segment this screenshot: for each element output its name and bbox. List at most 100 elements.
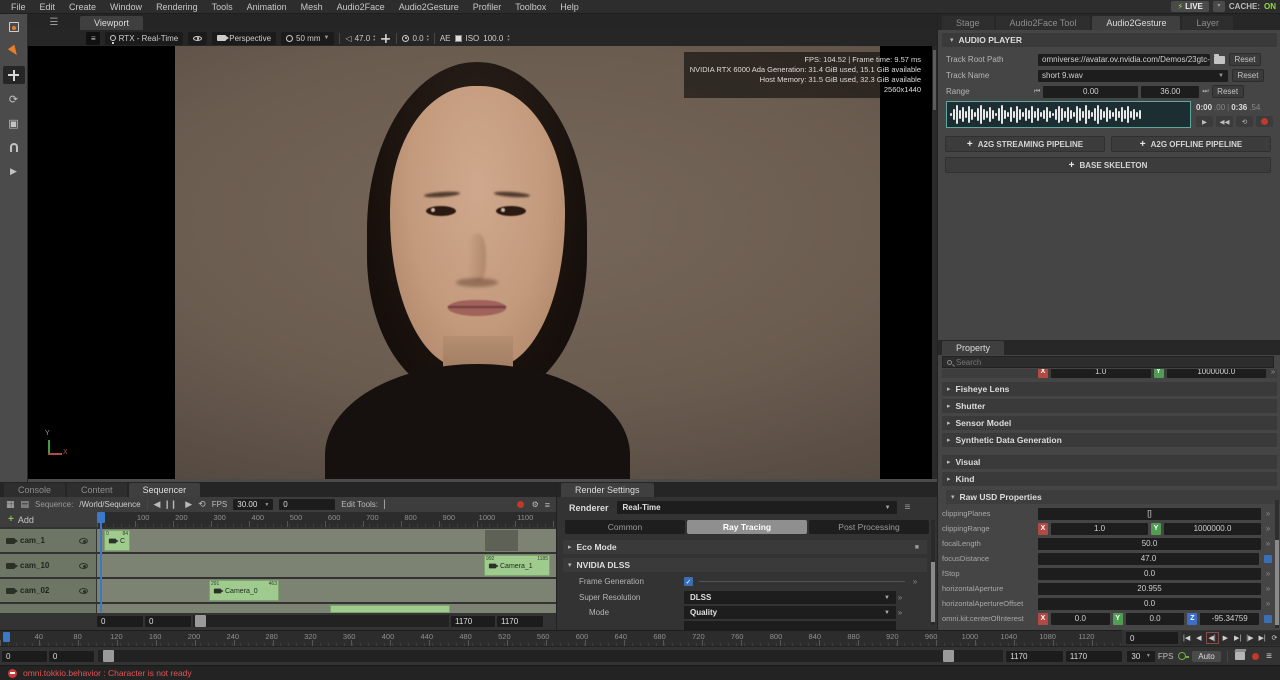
goto-end-button[interactable]: ▶| [1257,632,1268,644]
play-button[interactable]: ▶ [3,162,25,180]
prev-key-button[interactable]: ◀ [1193,632,1204,644]
section-visual[interactable]: ▸Visual [942,455,1277,469]
search-input[interactable] [956,358,1156,367]
super-resolution-select[interactable]: DLSS ▼ [684,591,896,604]
tab-viewport[interactable]: Viewport [80,16,143,30]
reset-track-name-button[interactable]: Reset [1232,69,1264,82]
renderer-selector[interactable]: RTX - Real-Time [105,32,184,45]
timeline-scrollbar[interactable] [98,650,1003,662]
timeline-ruler[interactable]: 4080120160200240280320360400440480520560… [0,630,1122,646]
track-header[interactable]: cam_10 [0,554,96,577]
exposure-value[interactable]: 0.0 [412,34,423,43]
seq-range-current[interactable]: 0 [145,616,191,627]
value-field[interactable]: 47.0 [1038,553,1259,565]
sequence-clip[interactable]: 0C84 [104,530,130,551]
rotate-tool-button[interactable]: ⟳ [3,90,25,108]
fov-value[interactable]: 47.0 [355,34,371,43]
cache-state[interactable]: ON [1264,2,1276,11]
property-scrollbar[interactable] [1275,500,1279,628]
sequencer-playhead[interactable] [100,512,102,612]
menu-mesh[interactable]: Mesh [294,2,330,12]
dlss-mode-select[interactable]: Quality ▼ [684,606,896,619]
menu-file[interactable]: File [4,2,33,12]
section-fisheye-lens[interactable]: ▸Fisheye Lens [942,382,1277,396]
audio-play-button[interactable]: ▶ [1196,116,1213,127]
seq-menu-icon[interactable]: ≡ [545,500,550,510]
raw-usd-properties-header[interactable]: ▾ Raw USD Properties [946,490,1280,504]
reset-track-root-path-button[interactable]: Reset [1229,53,1261,66]
expand-icon[interactable]: » [1269,369,1277,376]
menu-edit[interactable]: Edit [33,2,63,12]
track-lane[interactable]: 291Camera_0463 [97,579,556,602]
tab-layer[interactable]: Layer [1182,16,1233,30]
track-header[interactable]: cam_1 [0,529,96,552]
menu-toolbox[interactable]: Toolbox [508,2,553,12]
render-tab-ray-tracing[interactable]: Ray Tracing [687,520,807,534]
seq-range-end[interactable]: 1170 [451,616,495,627]
seq-record-icon[interactable] [517,501,524,508]
muted-clip[interactable] [485,530,518,551]
edit-tool-icon[interactable]: ▏ [384,500,390,509]
snap-tool-button[interactable] [3,138,25,156]
viewport-settings-button[interactable]: ≡ [86,32,100,45]
track-name-select[interactable]: short 9.wav ▼ [1038,70,1228,82]
frame-generation-checkbox[interactable]: ✓ [684,577,693,586]
scale-tool-button[interactable]: ▣ [3,114,25,132]
menu-create[interactable]: Create [62,2,103,12]
menu-tools[interactable]: Tools [205,2,240,12]
tab-sequencer[interactable]: Sequencer [129,483,201,497]
expand-icon[interactable]: » [896,593,904,602]
section-synthetic-data-generation[interactable]: ▸Synthetic Data Generation [942,433,1277,447]
timeline-range-current[interactable]: 0 [49,651,94,662]
menu-rendering[interactable]: Rendering [149,2,205,12]
track-lane[interactable] [97,604,556,613]
gizmo-button[interactable] [380,33,391,44]
exposure-stepper[interactable]: ▴▾ [427,34,429,42]
timeline-scroll-handle-right[interactable] [943,650,954,662]
timeline-menu-icon[interactable]: ≡ [1266,651,1272,662]
sequence-clip[interactable]: 291Camera_0463 [209,580,279,601]
track-root-path-field[interactable]: omniverse://avatar.ov.nvidia.com/Demos/2… [1038,54,1210,66]
timeline-playhead[interactable] [3,632,10,642]
value-field[interactable]: 0.0 [1038,568,1261,580]
menu-help[interactable]: Help [553,2,586,12]
base-skeleton-button[interactable]: + BASE SKELETON [945,157,1271,173]
expand-icon[interactable]: » [896,608,904,617]
section-sensor-model[interactable]: ▸Sensor Model [942,416,1277,430]
eco-checkbox[interactable]: ■ [915,544,919,551]
value-field[interactable]: 1000000.0 [1167,369,1267,378]
camera-list-icon[interactable]: ▦ [6,499,15,510]
value-field[interactable]: -95.34759 [1200,613,1259,625]
expand-icon[interactable]: » [1264,539,1272,548]
menu-animation[interactable]: Animation [240,2,294,12]
menu-audio2face[interactable]: Audio2Face [330,2,392,12]
select-mode-button[interactable] [3,18,25,36]
link-toggle[interactable] [1264,555,1272,563]
range-start-field[interactable]: 0.00 [1043,86,1138,98]
a2g-streaming-pipeline-button[interactable]: + A2G STREAMING PIPELINE [945,136,1105,152]
tab-audio2gesture[interactable]: Audio2Gesture [1092,16,1180,30]
viewport-canvas[interactable]: FPS: 104.52 | Frame time: 9.57 ms NVIDIA… [28,46,937,479]
step-forward-button[interactable]: ▶| [1232,632,1243,644]
audio-rewind-button[interactable]: ◀◀ [1216,116,1233,127]
seq-play-button[interactable]: ▶ [185,499,192,510]
fov-stepper[interactable]: ▴▾ [373,34,375,42]
tab-render-settings[interactable]: Render Settings [561,483,654,497]
track-header[interactable]: cam_02 [0,579,96,602]
timeline-fps-select[interactable]: 30 ▼ [1127,651,1154,662]
autokey-icon[interactable] [1178,652,1186,660]
visibility-eye-icon[interactable] [79,563,88,569]
reset-range-button[interactable]: Reset [1212,85,1244,98]
exposure-control[interactable]: 0.0 ▴▾ [402,34,428,43]
render-settings-scrollbar[interactable] [931,520,935,625]
sequence-path[interactable]: /World/Sequence [79,500,140,509]
visibility-eye-icon[interactable] [79,588,88,594]
value-field[interactable]: 0.0 [1038,598,1261,610]
renderer-menu-icon[interactable]: ≡ [905,502,911,513]
eco-mode-section[interactable]: ▸ Eco Mode ■ [563,540,927,554]
sequence-clip[interactable]: 992Camera_11185 [484,555,550,576]
expand-icon[interactable]: » [1264,509,1272,518]
property-search[interactable] [942,356,1274,368]
track-lane[interactable]: 0C84 [97,529,556,552]
value-field[interactable]: 0.0 [1126,613,1185,625]
